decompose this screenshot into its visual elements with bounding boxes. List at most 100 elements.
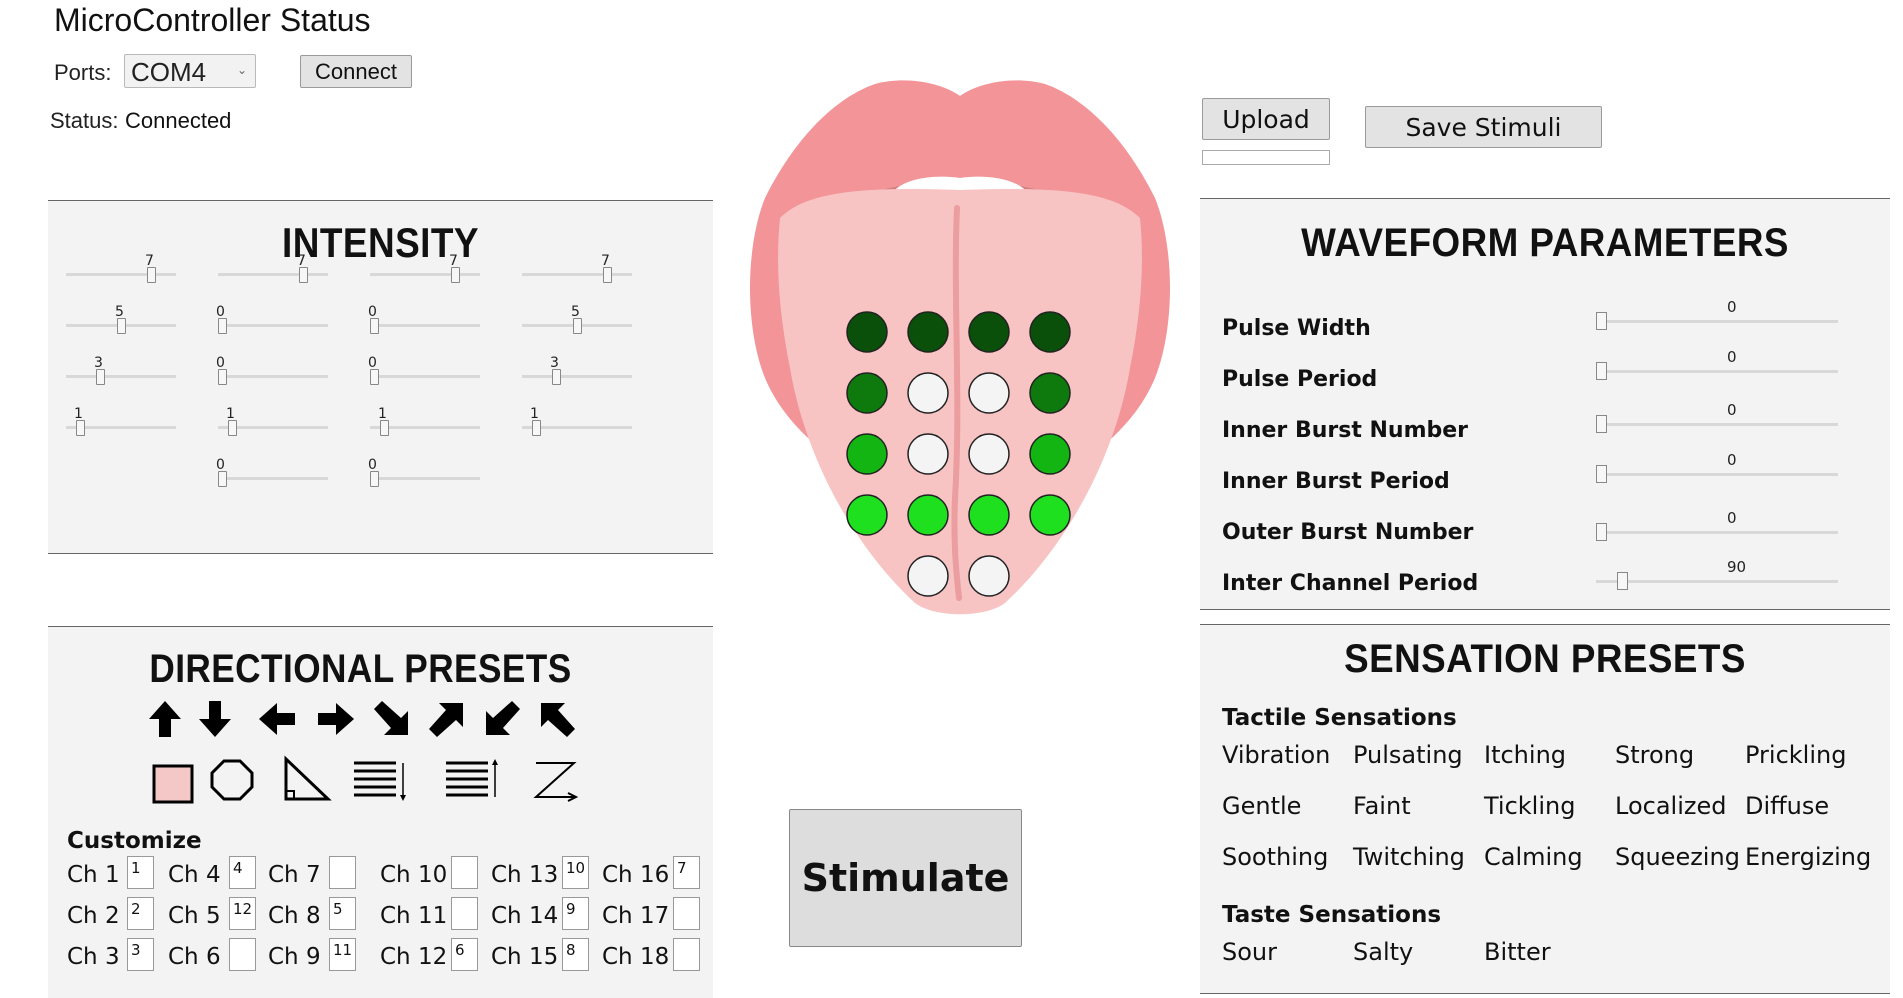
intensity-slider[interactable]: 5: [66, 304, 176, 334]
channel-order-input[interactable]: 3: [127, 938, 154, 971]
slider-thumb[interactable]: [370, 369, 379, 385]
slider-thumb[interactable]: [573, 318, 582, 334]
slider-thumb[interactable]: [1596, 523, 1607, 541]
arrow-up-left-icon[interactable]: [535, 697, 579, 741]
slider-thumb[interactable]: [299, 267, 308, 283]
channel-order-input[interactable]: [451, 897, 478, 930]
channel-order-input[interactable]: 9: [562, 897, 589, 930]
slider-thumb[interactable]: [218, 318, 227, 334]
channel-order-input[interactable]: [673, 938, 700, 971]
electrode[interactable]: [968, 372, 1010, 414]
electrode[interactable]: [968, 555, 1010, 597]
channel-order-input[interactable]: 4: [229, 856, 256, 889]
channel-order-input[interactable]: [451, 856, 478, 889]
slider-thumb[interactable]: [218, 471, 227, 487]
intensity-slider[interactable]: 1: [66, 406, 176, 436]
channel-order-input[interactable]: 8: [562, 938, 589, 971]
tactile-sensation-preset[interactable]: Tickling: [1484, 792, 1575, 820]
slider-thumb[interactable]: [370, 318, 379, 334]
slider-thumb[interactable]: [1596, 312, 1607, 330]
slider-thumb[interactable]: [603, 267, 612, 283]
stimulate-button[interactable]: Stimulate: [789, 809, 1022, 947]
tactile-sensation-preset[interactable]: Twitching: [1353, 843, 1465, 871]
intensity-slider[interactable]: 0: [216, 304, 328, 334]
electrode[interactable]: [846, 311, 888, 353]
slider-thumb[interactable]: [1596, 465, 1607, 483]
arrow-up-icon[interactable]: [143, 697, 187, 741]
electrode[interactable]: [907, 311, 949, 353]
electrode[interactable]: [846, 433, 888, 475]
electrode[interactable]: [907, 555, 949, 597]
arrow-left-icon[interactable]: [255, 697, 299, 741]
slider-thumb[interactable]: [532, 420, 541, 436]
intensity-slider[interactable]: 0: [216, 355, 328, 385]
intensity-slider[interactable]: 1: [218, 406, 328, 436]
slider-thumb[interactable]: [451, 267, 460, 283]
lines-down-icon[interactable]: [352, 755, 408, 805]
intensity-slider[interactable]: 7: [66, 253, 176, 283]
tactile-sensation-preset[interactable]: Itching: [1484, 741, 1566, 769]
tactile-sensation-preset[interactable]: Squeezing: [1615, 843, 1740, 871]
arrow-down-left-icon[interactable]: [480, 697, 524, 741]
tactile-sensation-preset[interactable]: Prickling: [1745, 741, 1846, 769]
waveform-param-slider[interactable]: 0: [1596, 401, 1838, 433]
slider-thumb[interactable]: [380, 420, 389, 436]
arrow-right-icon[interactable]: [314, 697, 358, 741]
electrode[interactable]: [968, 433, 1010, 475]
intensity-slider[interactable]: 5: [522, 304, 632, 334]
connect-button[interactable]: Connect: [300, 55, 412, 88]
octagon-icon[interactable]: [204, 755, 260, 805]
electrode[interactable]: [968, 494, 1010, 536]
electrode[interactable]: [1029, 372, 1071, 414]
channel-order-input[interactable]: [229, 938, 256, 971]
slider-thumb[interactable]: [218, 369, 227, 385]
waveform-param-slider[interactable]: 0: [1596, 348, 1838, 380]
tactile-sensation-preset[interactable]: Calming: [1484, 843, 1583, 871]
electrode[interactable]: [846, 494, 888, 536]
intensity-slider[interactable]: 7: [522, 253, 632, 283]
tactile-sensation-preset[interactable]: Energizing: [1745, 843, 1871, 871]
taste-sensation-preset[interactable]: Bitter: [1484, 938, 1551, 966]
intensity-slider[interactable]: 3: [66, 355, 176, 385]
intensity-slider[interactable]: 3: [522, 355, 632, 385]
slider-thumb[interactable]: [76, 420, 85, 436]
channel-order-input[interactable]: 2: [127, 897, 154, 930]
taste-sensation-preset[interactable]: Sour: [1222, 938, 1277, 966]
intensity-slider[interactable]: 7: [370, 253, 480, 283]
channel-order-input[interactable]: 5: [329, 897, 356, 930]
arrow-down-right-icon[interactable]: [370, 697, 414, 741]
slider-thumb[interactable]: [96, 369, 105, 385]
channel-order-input[interactable]: 12: [229, 897, 256, 930]
square-icon[interactable]: [146, 758, 202, 808]
intensity-slider[interactable]: 0: [368, 457, 480, 487]
electrode[interactable]: [846, 372, 888, 414]
waveform-param-slider[interactable]: 0: [1596, 509, 1838, 541]
upload-button[interactable]: Upload: [1202, 98, 1330, 140]
channel-order-input[interactable]: 10: [562, 856, 589, 889]
electrode[interactable]: [1029, 433, 1071, 475]
channel-order-input[interactable]: [673, 897, 700, 930]
channel-order-input[interactable]: [329, 856, 356, 889]
intensity-slider[interactable]: 0: [368, 355, 480, 385]
triangle-icon[interactable]: [278, 755, 334, 805]
electrode[interactable]: [1029, 311, 1071, 353]
intensity-slider[interactable]: 0: [216, 457, 328, 487]
slider-thumb[interactable]: [228, 420, 237, 436]
tactile-sensation-preset[interactable]: Diffuse: [1745, 792, 1829, 820]
slider-thumb[interactable]: [1617, 572, 1628, 590]
port-select[interactable]: COM4 ⌄: [124, 54, 256, 88]
electrode[interactable]: [907, 494, 949, 536]
electrode[interactable]: [907, 433, 949, 475]
lines-up-icon[interactable]: [444, 755, 500, 805]
electrode[interactable]: [907, 372, 949, 414]
tactile-sensation-preset[interactable]: Localized: [1615, 792, 1726, 820]
electrode[interactable]: [1029, 494, 1071, 536]
tactile-sensation-preset[interactable]: Soothing: [1222, 843, 1328, 871]
slider-thumb[interactable]: [370, 471, 379, 487]
tactile-sensation-preset[interactable]: Strong: [1615, 741, 1694, 769]
tactile-sensation-preset[interactable]: Faint: [1353, 792, 1411, 820]
intensity-slider[interactable]: 7: [218, 253, 328, 283]
slider-thumb[interactable]: [1596, 362, 1607, 380]
waveform-param-slider[interactable]: 90: [1596, 558, 1838, 590]
intensity-slider[interactable]: 1: [370, 406, 480, 436]
